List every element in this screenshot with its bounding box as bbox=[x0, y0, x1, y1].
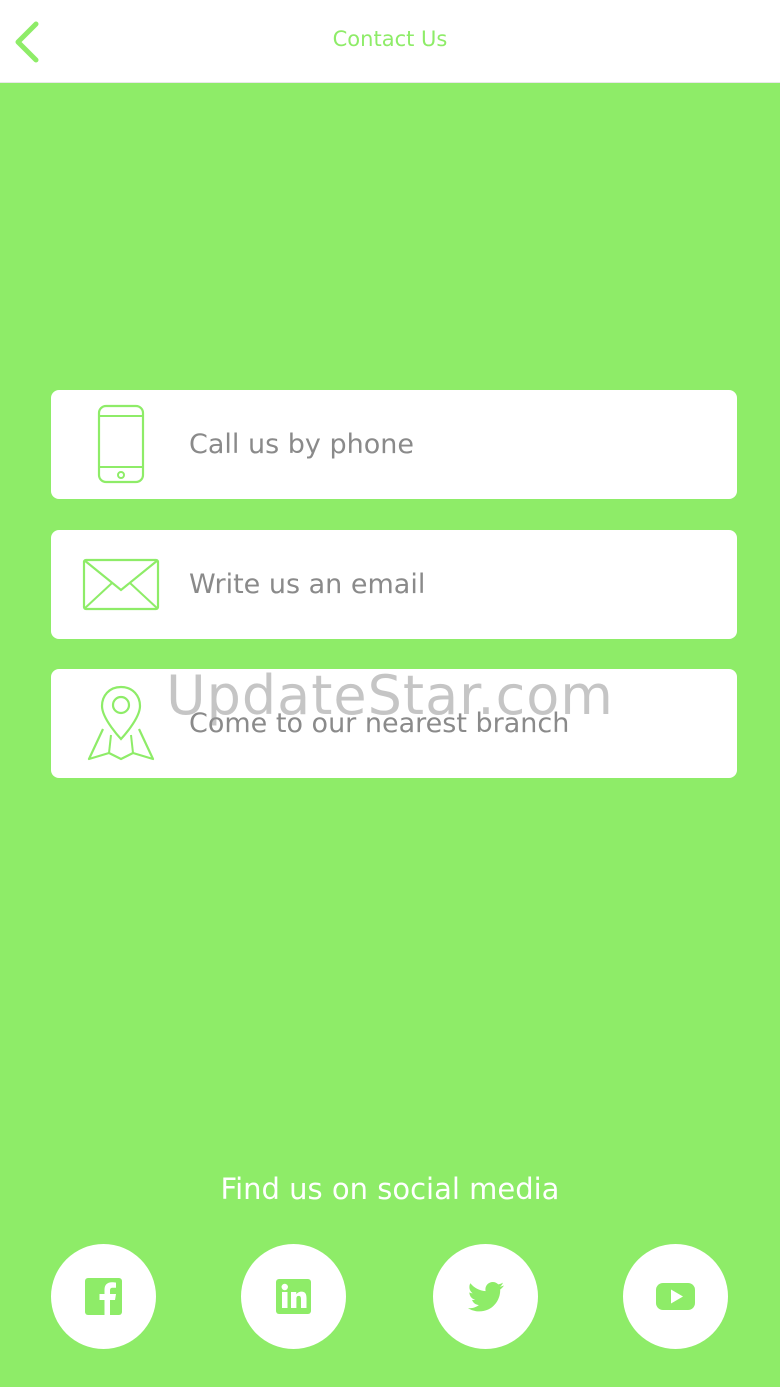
write-email-label: Write us an email bbox=[189, 569, 426, 600]
envelope-icon bbox=[82, 558, 160, 611]
call-phone-button[interactable]: Call us by phone bbox=[51, 390, 737, 499]
youtube-icon bbox=[656, 1283, 695, 1310]
twitter-icon bbox=[467, 1282, 504, 1312]
youtube-button[interactable] bbox=[623, 1244, 728, 1349]
write-email-button[interactable]: Write us an email bbox=[51, 530, 737, 639]
social-heading: Find us on social media bbox=[220, 1172, 560, 1206]
nearest-branch-button[interactable]: Come to our nearest branch bbox=[51, 669, 737, 778]
map-pin-icon bbox=[87, 685, 155, 761]
twitter-button[interactable] bbox=[433, 1244, 538, 1349]
top-bar: Contact Us bbox=[0, 0, 780, 83]
phone-icon bbox=[97, 404, 145, 484]
call-phone-label: Call us by phone bbox=[189, 429, 414, 460]
facebook-button[interactable] bbox=[51, 1244, 156, 1349]
linkedin-icon bbox=[276, 1279, 311, 1314]
page-title: Contact Us bbox=[332, 27, 448, 51]
linkedin-button[interactable] bbox=[241, 1244, 346, 1349]
facebook-icon bbox=[85, 1278, 122, 1315]
nearest-branch-label: Come to our nearest branch bbox=[189, 708, 570, 739]
